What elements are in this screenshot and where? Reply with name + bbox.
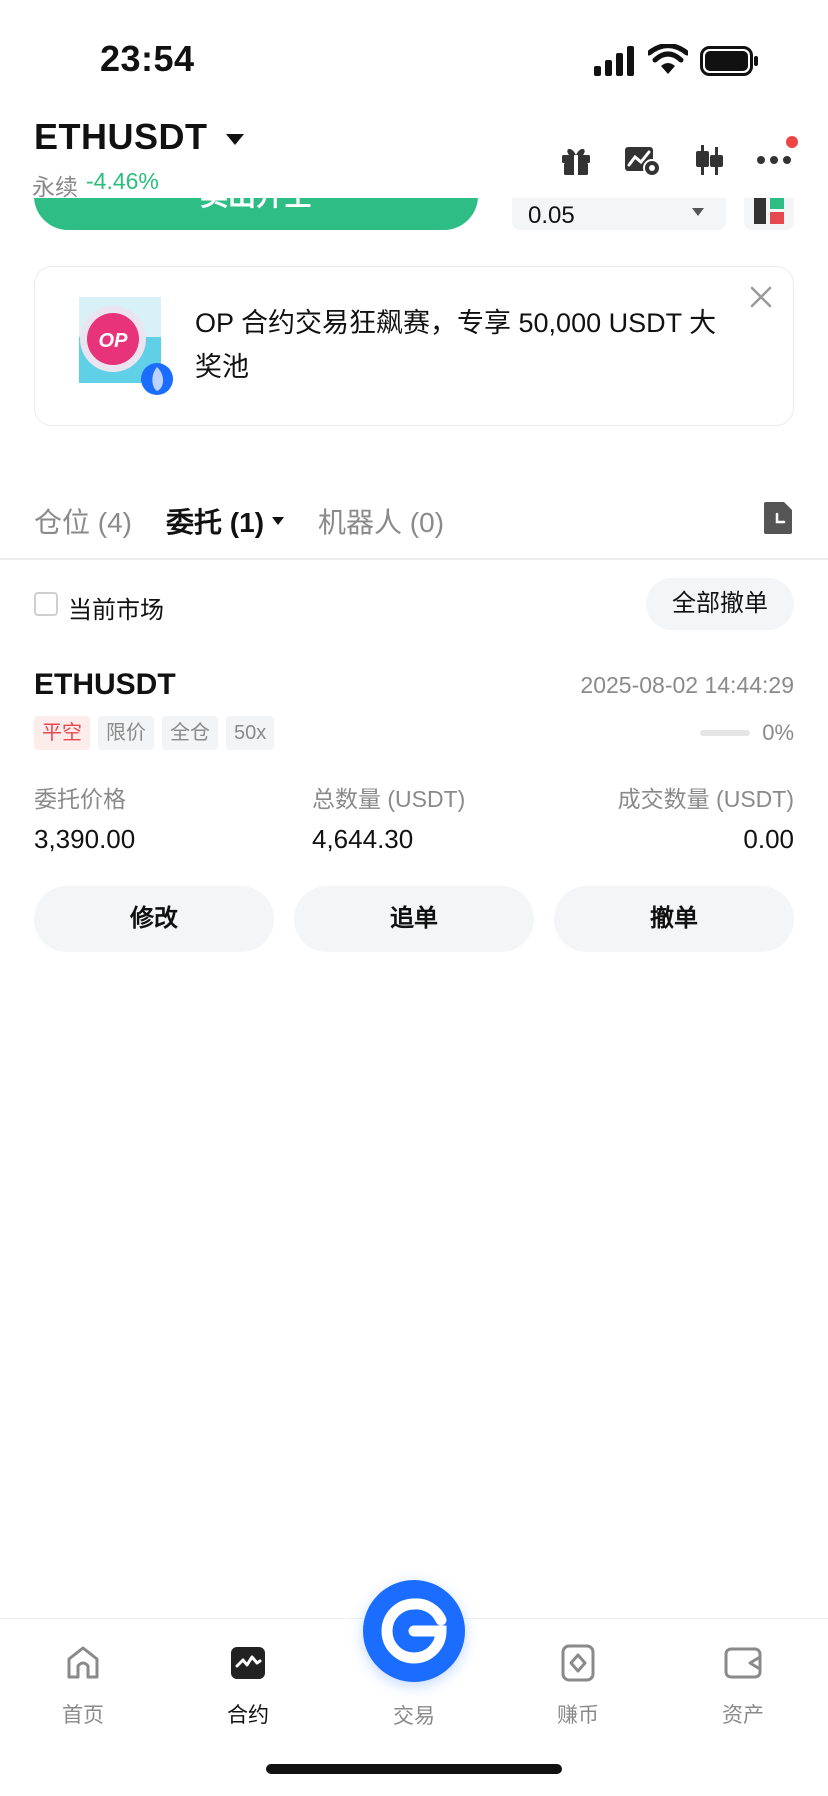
home-icon (67, 1646, 99, 1679)
nav-trade-label: 交易 (393, 1705, 435, 1728)
sell-open-short-button[interactable]: 卖出开空 (34, 198, 478, 230)
quantity-value: 0.05 (528, 202, 575, 229)
filled-value: 0.00 (743, 824, 794, 854)
divider (0, 558, 828, 560)
battery-icon (700, 46, 758, 76)
quantity-select[interactable]: 0.05 (512, 198, 726, 230)
symbol-subtitle: 永续 -4.46% (32, 168, 159, 202)
progress-track (700, 730, 751, 736)
tab-positions[interactable]: 仓位 (4) (34, 501, 132, 541)
header-actions (556, 136, 798, 180)
fill-progress: 0% (700, 720, 794, 746)
order-history-icon[interactable] (762, 500, 794, 536)
order-symbol: ETHUSDT (34, 668, 176, 701)
total-label: 总数量 (USDT) (312, 786, 466, 812)
gift-icon[interactable] (556, 140, 596, 180)
trade-logo-icon (381, 1598, 447, 1664)
home-indicator (266, 1764, 562, 1774)
promo-banner[interactable]: OP OP 合约交易狂飙赛，专享 50,000 USDT 大奖池 (34, 266, 794, 426)
filled-field: 成交数量 (USDT) 0.00 (618, 780, 794, 855)
trade-panel-peek: 卖出开空 0.05 (0, 198, 828, 232)
total-field: 总数量 (USDT) 4,644.30 (312, 780, 465, 855)
signal-icon (594, 46, 634, 76)
chase-button[interactable]: 追单 (294, 886, 534, 952)
status-bar: 23:54 (0, 0, 828, 118)
total-value: 4,644.30 (312, 824, 414, 854)
contract-type: 永续 (32, 174, 78, 200)
close-icon[interactable] (747, 283, 775, 311)
trade-button[interactable] (363, 1580, 465, 1682)
nav-home[interactable]: 首页 (28, 1643, 138, 1729)
chart-settings-icon[interactable] (622, 140, 662, 180)
current-market-checkbox[interactable] (34, 592, 58, 616)
symbol-selector[interactable]: ETHUSDT (34, 116, 244, 158)
layout-toggle-button[interactable] (744, 198, 794, 230)
tag-leverage: 50x (226, 716, 275, 750)
nav-label: 资产 (722, 1704, 764, 1727)
chevron-down-icon (225, 133, 244, 145)
status-time: 23:54 (100, 38, 195, 79)
order-actions: 修改 追单 撤单 (34, 886, 794, 952)
tab-bots[interactable]: 机器人 (0) (318, 501, 444, 541)
tag-order-type: 限价 (98, 716, 154, 750)
price-label: 委托价格 (34, 786, 126, 812)
chevron-down-icon (692, 208, 704, 216)
banner-text: OP 合约交易狂飙赛，专享 50,000 USDT 大奖池 (195, 308, 717, 382)
nav-futures[interactable]: 合约 (193, 1643, 303, 1729)
order-time: 2025-08-02 14:44:29 (580, 672, 794, 698)
candlestick-icon[interactable] (688, 140, 728, 180)
orders-tabs: 仓位 (4) 委托 (1) 机器人 (0) (34, 496, 794, 546)
fill-percent: 0% (762, 720, 794, 745)
tab-label: 机器人 (0) (318, 507, 445, 538)
nav-assets[interactable]: 资产 (688, 1643, 798, 1729)
tag-margin-mode: 全仓 (162, 716, 218, 750)
wallet-icon (724, 1647, 762, 1679)
current-market-label: 当前市场 (68, 597, 164, 624)
layout-icon (754, 198, 784, 224)
cancel-order-button[interactable]: 撤单 (554, 886, 794, 952)
order-tags: 平空 限价 全仓 50x (34, 716, 275, 750)
earn-icon (561, 1644, 595, 1682)
symbol-title: ETHUSDT (34, 116, 208, 157)
tab-orders[interactable]: 委托 (1) (166, 501, 285, 541)
tab-label: 委托 (1) (166, 507, 265, 538)
filled-label: 成交数量 (USDT) (617, 786, 794, 812)
tab-label: 仓位 (4) (34, 507, 133, 538)
svg-text:OP: OP (99, 330, 129, 352)
futures-icon (231, 1647, 265, 1679)
price-field: 委托价格 3,390.00 (34, 780, 135, 855)
notification-dot (786, 136, 798, 148)
tag-side: 平空 (34, 716, 90, 750)
nav-label: 合约 (227, 1704, 269, 1727)
modify-button[interactable]: 修改 (34, 886, 274, 952)
header: ETHUSDT 永续 -4.46% (0, 110, 828, 200)
nav-label: 首页 (62, 1704, 104, 1727)
cancel-all-button[interactable]: 全部撤单 (646, 578, 794, 630)
caret-down-icon (272, 517, 285, 525)
nav-label: 赚币 (557, 1704, 599, 1727)
op-coin-icon: OP (79, 297, 173, 395)
nav-earn[interactable]: 赚币 (523, 1643, 633, 1729)
more-icon[interactable] (754, 136, 798, 180)
price-change: -4.46% (86, 168, 159, 194)
filter-row: 当前市场 全部撤单 (34, 578, 794, 630)
wifi-icon (648, 44, 688, 74)
price-value: 3,390.00 (34, 824, 136, 854)
